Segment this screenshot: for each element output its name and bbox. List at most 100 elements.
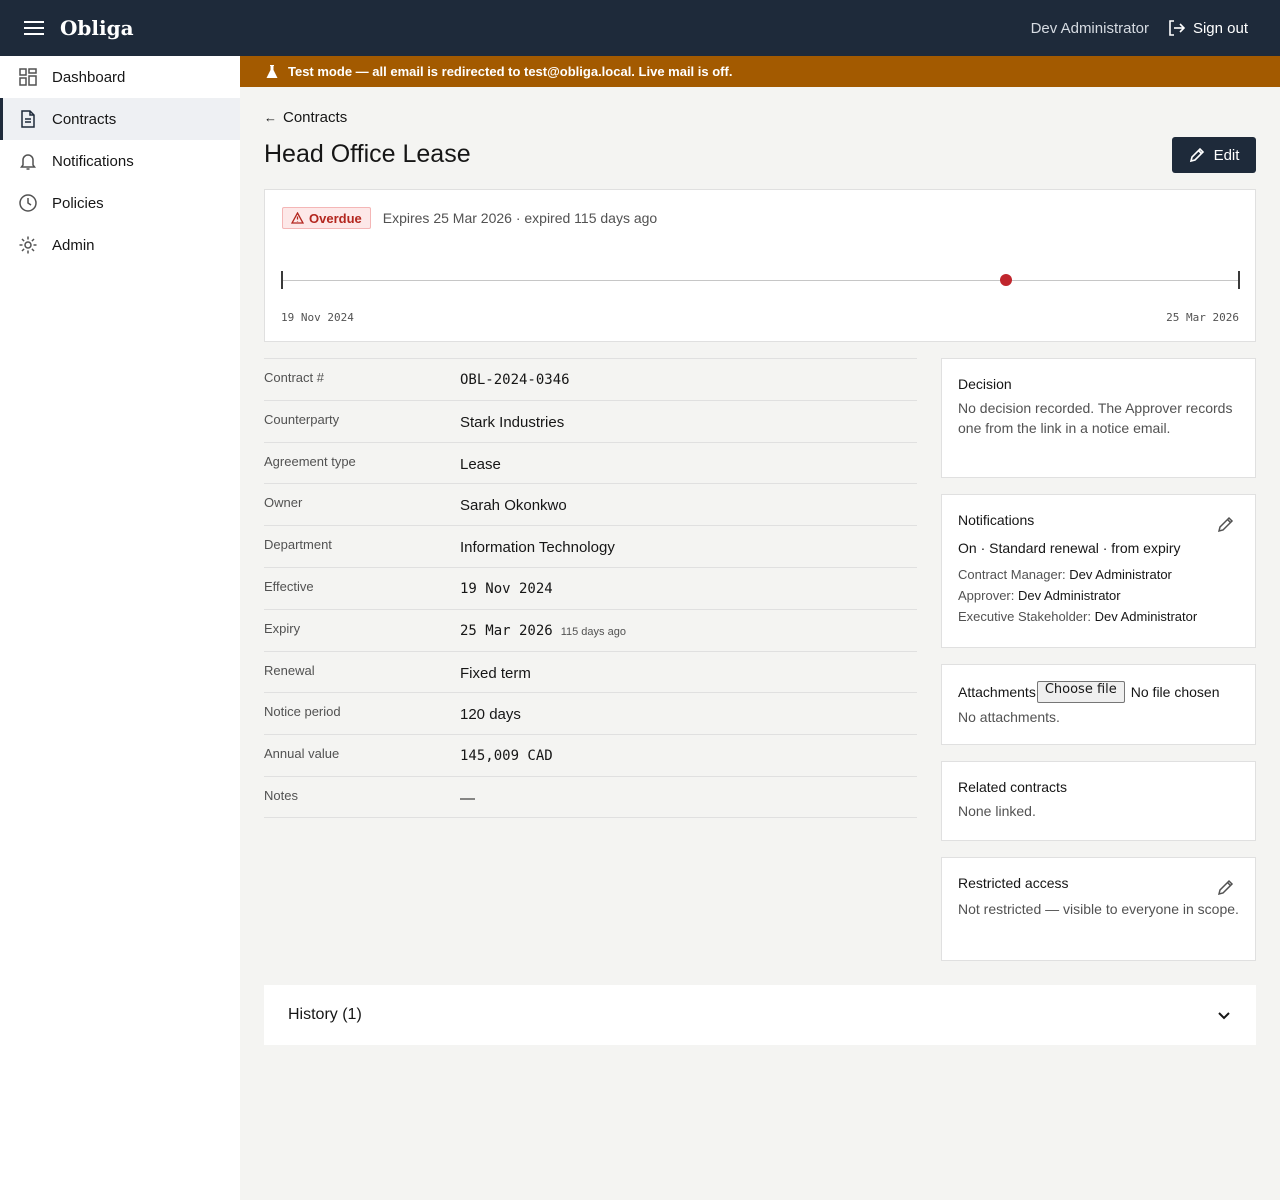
detail-row-notes: Notes — xyxy=(264,775,917,818)
role-name: Approver: xyxy=(958,588,1015,603)
detail-value: 145,009 CAD xyxy=(460,748,553,765)
sign-out-icon xyxy=(1169,20,1185,36)
detail-row-renewal: Renewal Fixed term xyxy=(264,650,917,693)
detail-value: OBL-2024-0346 xyxy=(460,372,570,388)
sidebar-item-label: Contracts xyxy=(52,110,117,128)
detail-value: 120 days xyxy=(460,706,521,724)
edit-button-label: Edit xyxy=(1213,146,1240,164)
edit-restricted-access-pencil-icon[interactable] xyxy=(1217,878,1235,896)
sidebar-item-contracts[interactable]: Contracts xyxy=(0,98,240,140)
status-badge: Overdue xyxy=(282,207,371,229)
sidebar-item-admin[interactable]: Admin xyxy=(0,224,240,266)
detail-row-notice-period: Notice period 120 days xyxy=(264,692,917,734)
dashboard-icon xyxy=(18,67,38,87)
edit-notifications-pencil-icon[interactable] xyxy=(1217,515,1235,533)
detail-value: Fixed term xyxy=(460,664,531,682)
history-accordion[interactable]: History (1) xyxy=(264,985,1256,1045)
detail-label: Effective xyxy=(264,578,314,594)
detail-label: Annual value xyxy=(264,746,340,762)
decision-text: No decision recorded. The Approver recor… xyxy=(958,400,1233,436)
detail-row-counterparty: Counterparty Stark Industries xyxy=(264,399,917,442)
role-name: Executive Stakeholder: xyxy=(958,609,1091,624)
detail-label: Owner xyxy=(264,495,303,511)
card-title: Related contracts xyxy=(958,779,1067,795)
contract-details-table: Contract # OBL-2024-0346 Counterparty St… xyxy=(264,358,917,818)
sign-out-label: Sign out xyxy=(1192,19,1248,37)
detail-row-agreement-type: Agreement type Lease xyxy=(264,441,917,484)
detail-value: Sarah Okonkwo xyxy=(460,497,567,515)
detail-value: Information Technology xyxy=(460,539,615,557)
expiry-relative: 115 days ago xyxy=(560,625,626,638)
decision-card: Decision No decision recorded. The Appro… xyxy=(941,358,1256,478)
top-bar: Obliga Dev Administrator Sign out xyxy=(0,0,1280,56)
timeline-track xyxy=(282,280,1240,281)
detail-row-contract-number: Contract # OBL-2024-0346 xyxy=(264,358,917,400)
detail-label: Contract # xyxy=(264,370,324,385)
banner-text: Test mode — all email is redirected to t… xyxy=(288,64,733,79)
detail-label: Department xyxy=(264,537,332,553)
app-brand[interactable]: Obliga xyxy=(60,16,134,40)
history-label: History (1) xyxy=(288,1006,362,1023)
back-to-contracts-link[interactable]: ← Contracts xyxy=(264,109,347,126)
attachments-empty-text: No attachments. xyxy=(958,709,1060,725)
sign-out-button[interactable]: Sign out xyxy=(1167,19,1248,37)
warning-icon xyxy=(291,212,304,224)
sidebar-item-dashboard[interactable]: Dashboard xyxy=(0,56,240,98)
role-assignee: Dev Administrator xyxy=(1018,588,1121,603)
sidebar-item-label: Dashboard xyxy=(52,68,126,86)
back-link-label: Contracts xyxy=(283,109,348,126)
page-title: Head Office Lease xyxy=(264,140,471,168)
sidebar: Dashboard Contracts Notifications Polici… xyxy=(0,56,240,1200)
expiry-status-text: Expires 25 Mar 2026 · expired 115 days a… xyxy=(382,210,658,226)
edit-button[interactable]: Edit xyxy=(1172,137,1256,173)
sidebar-item-label: Policies xyxy=(52,194,104,212)
related-contracts-text: None linked. xyxy=(958,803,1036,819)
sidebar-item-label: Notifications xyxy=(52,152,134,170)
hamburger-menu-icon[interactable] xyxy=(24,16,48,40)
status-badge-label: Overdue xyxy=(309,210,362,226)
detail-value: Stark Industries xyxy=(460,413,565,431)
sidebar-item-notifications[interactable]: Notifications xyxy=(0,140,240,182)
document-icon xyxy=(18,109,38,129)
sidebar-item-policies[interactable]: Policies xyxy=(0,182,240,224)
gear-icon xyxy=(18,235,38,255)
clock-icon xyxy=(18,193,38,213)
pencil-icon xyxy=(1189,147,1204,163)
card-title: Notifications xyxy=(958,512,1035,528)
detail-row-owner: Owner Sarah Okonkwo xyxy=(264,483,917,525)
detail-row-annual-value: Annual value 145,009 CAD xyxy=(264,734,917,776)
card-title: Restricted access xyxy=(958,875,1069,891)
chevron-down-icon xyxy=(1218,1012,1230,1020)
expiry-timeline-card: Overdue Expires 25 Mar 2026 · expired 11… xyxy=(264,189,1256,342)
role-assignee: Dev Administrator xyxy=(1094,609,1198,624)
arrow-left-icon: ← xyxy=(264,110,277,125)
file-chosen-status: No file chosen xyxy=(1130,684,1220,700)
flask-icon xyxy=(266,64,278,78)
detail-label: Renewal xyxy=(264,662,315,678)
detail-label: Expiry xyxy=(264,620,301,636)
card-title: Attachments xyxy=(958,684,1036,700)
timeline-end-tick xyxy=(1238,271,1240,289)
detail-value: 25 Mar 2026 115 days ago xyxy=(460,623,626,639)
restricted-access-text: Not restricted — visible to everyone in … xyxy=(958,901,1239,917)
sidebar-item-label: Admin xyxy=(52,236,95,254)
test-mode-banner: Test mode — all email is redirected to t… xyxy=(240,56,1280,87)
choose-file-button[interactable]: Choose file xyxy=(1036,681,1125,703)
current-user-name: Dev Administrator xyxy=(1030,19,1149,37)
timeline-start-date: 19 Nov 2024 xyxy=(281,311,354,324)
attachments-card: Attachments Choose file No file chosen N… xyxy=(941,664,1256,745)
role-line: Contract Manager: Dev Administrator xyxy=(958,564,1239,585)
role-assignee: Dev Administrator xyxy=(1069,567,1172,582)
bell-icon xyxy=(18,151,38,171)
card-title: Decision xyxy=(958,376,1012,392)
timeline-start-tick xyxy=(281,271,283,289)
notification-summary: On · Standard renewal · from expiry xyxy=(958,540,1181,556)
timeline-today-marker xyxy=(1000,274,1013,286)
role-line: Executive Stakeholder: Dev Administrator xyxy=(958,606,1239,627)
detail-row-expiry: Expiry 25 Mar 2026 115 days ago xyxy=(264,608,917,651)
detail-value: 19 Nov 2024 xyxy=(460,580,553,597)
detail-row-effective: Effective 19 Nov 2024 xyxy=(264,566,917,609)
detail-label: Notes xyxy=(264,787,298,803)
detail-row-department: Department Information Technology xyxy=(264,525,917,567)
detail-label: Notice period xyxy=(264,704,341,720)
